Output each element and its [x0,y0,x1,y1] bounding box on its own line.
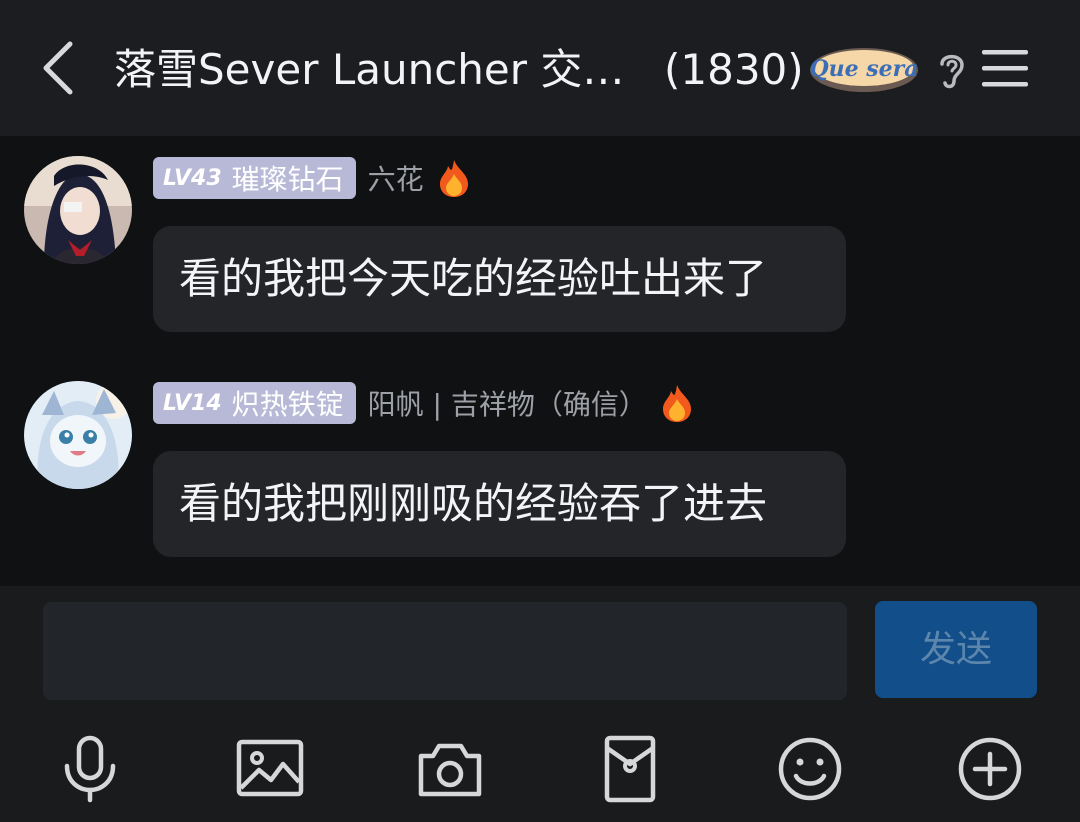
message-bubble[interactable]: 看的我把今天吃的经验吐出来了 [153,226,846,332]
camera-icon[interactable] [415,734,485,804]
microphone-icon[interactable] [55,734,125,804]
image-icon[interactable] [235,734,305,804]
level-badge: LV14 炽热铁锭 [153,382,356,424]
message-list[interactable]: LV43 璀璨钻石 六花 看的我把今天吃的经验吐出来了 LV14 炽热铁锭 阳帆… [0,136,1080,586]
sender-nickname[interactable]: 阳帆 | 吉祥物（确信） [368,383,647,423]
ear-icon[interactable] [934,48,970,92]
composer: 发送 [0,586,1080,822]
message-input[interactable] [43,602,847,700]
level-number: LV14 [163,390,222,416]
group-title[interactable]: 落雪Sever Launcher 交… [114,38,634,102]
level-rank: 炽热铁锭 [231,388,344,421]
que-sera-badge-icon[interactable]: Que sera [808,44,920,96]
sender-nickname[interactable]: 六花 [368,158,424,198]
level-rank: 璀璨钻石 [231,163,344,196]
flame-icon [662,385,691,422]
level-number: LV43 [163,165,222,191]
message-bubble[interactable]: 看的我把刚刚吸的经验吞了进去 [153,451,846,557]
avatar[interactable] [24,381,132,489]
emoji-icon[interactable] [775,734,845,804]
avatar[interactable] [24,156,132,264]
chat-header: 落雪Sever Launcher 交… (1830) Que sera [0,0,1080,136]
red-packet-icon[interactable] [595,734,665,804]
back-icon[interactable] [30,36,90,100]
plus-icon[interactable] [955,734,1025,804]
sender-meta: LV14 炽热铁锭 阳帆 | 吉祥物（确信） [153,381,695,425]
menu-icon[interactable] [980,46,1030,90]
send-button[interactable]: 发送 [875,601,1037,698]
level-badge: LV43 璀璨钻石 [153,157,356,199]
sender-meta: LV43 璀璨钻石 六花 [153,156,472,200]
member-count[interactable]: (1830) [664,38,804,102]
svg-text:Que sera: Que sera [809,56,918,82]
flame-icon [439,160,468,197]
